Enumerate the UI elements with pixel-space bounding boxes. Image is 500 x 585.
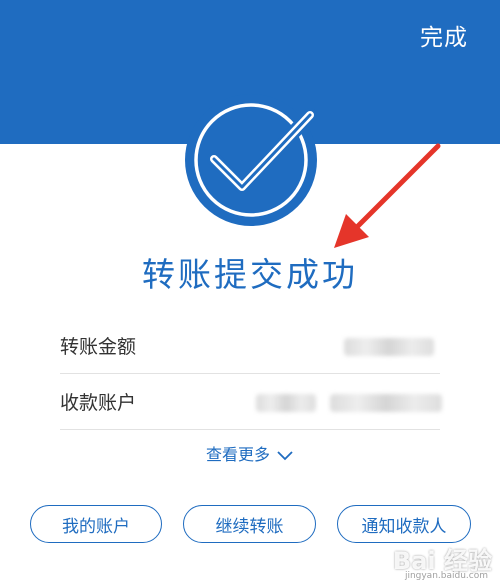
checkmark-circle-icon [185,94,317,226]
watermark: Bai 经验 jingyan.baidu.com [362,541,492,581]
view-more-label: 查看更多 [205,445,270,464]
done-button[interactable]: 完成 [418,14,470,56]
watermark-text: Bai 经验 [392,547,492,575]
detail-row-label: 收款账户 [60,392,137,414]
notify-payee-button[interactable]: 通知收款人 [337,505,471,543]
continue-transfer-button[interactable]: 继续转账 [183,505,316,543]
view-more-link[interactable]: 查看更多 [0,441,500,465]
divider [60,429,440,430]
my-account-button[interactable]: 我的账户 [30,505,162,543]
page-title: 转账提交成功 [142,255,358,294]
watermark-sub: jingyan.baidu.com [404,571,488,581]
redacted-value [330,394,442,412]
redacted-value [344,338,434,356]
detail-row-account: 收款账户 [60,374,442,430]
redacted-value [256,394,316,412]
detail-row-amount: 转账金额 [60,318,440,374]
chevron-down-icon [277,450,293,460]
detail-row-label: 转账金额 [60,336,137,358]
